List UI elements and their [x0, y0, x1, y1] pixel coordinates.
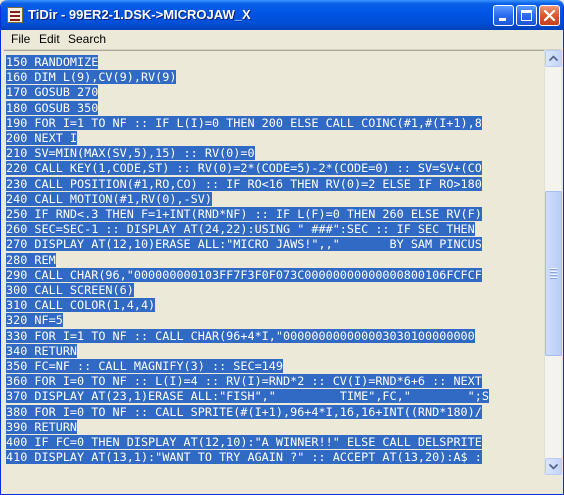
- code-line-text: 270 DISPLAY AT(12,10)ERASE ALL:"MICRO JA…: [6, 237, 482, 252]
- code-line[interactable]: 320 NF=5: [6, 313, 542, 328]
- code-line-text: 350 FC=NF :: CALL MAGNIFY(3) :: SEC=149: [6, 359, 283, 373]
- scroll-up-button[interactable]: [545, 50, 562, 67]
- code-line-text: 230 CALL POSITION(#1,RO,CO) :: IF RO<16 …: [6, 176, 482, 191]
- code-line[interactable]: 270 DISPLAY AT(12,10)ERASE ALL:"MICRO JA…: [6, 237, 542, 252]
- code-line-text: 260 SEC=SEC-1 :: DISPLAY AT(24,22):USING…: [6, 222, 475, 237]
- code-line-text: 310 CALL COLOR(1,4,4): [6, 298, 156, 313]
- code-line-text: 150 RANDOMIZE: [6, 55, 99, 69]
- code-line[interactable]: 170 GOSUB 270: [6, 85, 542, 100]
- code-line-text: 320 NF=5: [6, 313, 63, 328]
- code-line[interactable]: 370 DISPLAY AT(23,1)ERASE ALL:"FISH"," T…: [6, 389, 542, 404]
- title-bar[interactable]: TiDir - 99ER2-1.DSK->MICROJAW_X: [1, 0, 563, 30]
- code-line-text: 380 FOR I=0 TO NF :: CALL SPRITE(#(I+1),…: [6, 404, 482, 419]
- code-line-text: 410 DISPLAY AT(13,1):"WANT TO TRY AGAIN …: [6, 450, 482, 465]
- code-line[interactable]: 250 IF RND<.3 THEN F=1+INT(RND*NF) :: IF…: [6, 207, 542, 221]
- code-line-text: 290 CALL CHAR(96,"000000000103FF7F3F0F07…: [6, 267, 482, 282]
- code-line[interactable]: 340 RETURN: [6, 343, 542, 358]
- thumb-grip: [550, 271, 557, 274]
- menu-edit[interactable]: Edit: [39, 32, 60, 46]
- code-line-text: 370 DISPLAY AT(23,1)ERASE ALL:"FISH"," T…: [6, 389, 489, 404]
- scroll-thumb[interactable]: [545, 191, 562, 357]
- code-line[interactable]: 390 RETURN: [6, 419, 542, 434]
- menu-bar: File Edit Search: [4, 30, 561, 50]
- code-line[interactable]: 150 RANDOMIZE: [6, 55, 542, 69]
- thumb-grip: [550, 277, 557, 280]
- thumb-grip: [550, 274, 557, 277]
- code-line-text: 300 CALL SCREEN(6): [6, 283, 134, 297]
- code-line[interactable]: 210 SV=MIN(MAX(SV,5),15) :: RV(0)=0: [6, 146, 542, 161]
- scroll-down-arrow-icon: [549, 463, 558, 470]
- tidir-app-icon[interactable]: [7, 7, 23, 23]
- code-line[interactable]: 410 DISPLAY AT(13,1):"WANT TO TRY AGAIN …: [6, 450, 542, 465]
- code-line-text: 210 SV=MIN(MAX(SV,5),15) :: RV(0)=0: [6, 146, 255, 161]
- code-line[interactable]: 180 GOSUB 350: [6, 100, 542, 115]
- code-line-text: 220 CALL KEY(1,CODE,ST) :: RV(0)=2*(CODE…: [6, 161, 482, 176]
- scroll-up-arrow-icon: [549, 55, 558, 62]
- code-line[interactable]: 260 SEC=SEC-1 :: DISPLAY AT(24,22):USING…: [6, 222, 542, 237]
- code-line[interactable]: 290 CALL CHAR(96,"000000000103FF7F3F0F07…: [6, 267, 542, 282]
- code-line[interactable]: 190 FOR I=1 TO NF :: IF L(I)=0 THEN 200 …: [6, 115, 542, 130]
- scroll-down-button[interactable]: [545, 458, 562, 475]
- status-strip: [4, 475, 561, 492]
- code-line-text: 390 RETURN: [6, 419, 78, 434]
- main-window: TiDir - 99ER2-1.DSK->MICROJAW_X File Edi…: [0, 0, 564, 495]
- vertical-scrollbar[interactable]: [544, 50, 562, 475]
- code-line[interactable]: 400 IF FC=0 THEN DISPLAY AT(12,10):"A WI…: [6, 435, 542, 449]
- code-line-text: 200 NEXT I: [6, 131, 78, 145]
- window-title: TiDir - 99ER2-1.DSK->MICROJAW_X: [28, 7, 251, 22]
- code-line[interactable]: 360 FOR I=0 TO NF :: L(I)=4 :: RV(I)=RND…: [6, 374, 542, 389]
- code-line[interactable]: 240 CALL MOTION(#1,RV(0),-SV): [6, 191, 542, 206]
- code-line-text: 160 DIM L(9),CV(9),RV(9): [6, 70, 177, 85]
- code-text-area[interactable]: 150 RANDOMIZE 160 DIM L(9),CV(9),RV(9) 170…: [4, 50, 544, 475]
- maximize-button[interactable]: [516, 5, 537, 26]
- code-line-text: 250 IF RND<.3 THEN F=1+INT(RND*NF) :: IF…: [6, 207, 482, 221]
- code-line-text: 190 FOR I=1 TO NF :: IF L(I)=0 THEN 200 …: [6, 115, 482, 130]
- code-line-text: 340 RETURN: [6, 343, 78, 358]
- minimize-button[interactable]: [493, 5, 514, 26]
- code-line[interactable]: 300 CALL SCREEN(6): [6, 283, 542, 297]
- code-line[interactable]: 230 CALL POSITION(#1,RO,CO) :: IF RO<16 …: [6, 176, 542, 191]
- code-line-text: 240 CALL MOTION(#1,RV(0),-SV): [6, 191, 212, 206]
- code-line-text: 360 FOR I=0 TO NF :: L(I)=4 :: RV(I)=RND…: [6, 374, 482, 389]
- maximize-icon: [521, 10, 532, 21]
- code-line[interactable]: 200 NEXT I: [6, 131, 542, 145]
- code-line-text: 170 GOSUB 270: [6, 85, 99, 100]
- code-line-text: 330 FOR I=1 TO NF :: CALL CHAR(96+4*I,"0…: [6, 328, 475, 343]
- code-line[interactable]: 220 CALL KEY(1,CODE,ST) :: RV(0)=2*(CODE…: [6, 161, 542, 176]
- code-line[interactable]: 330 FOR I=1 TO NF :: CALL CHAR(96+4*I,"0…: [6, 328, 542, 343]
- close-button[interactable]: [539, 5, 560, 26]
- code-line[interactable]: 160 DIM L(9),CV(9),RV(9): [6, 70, 542, 85]
- menu-file[interactable]: File: [11, 32, 30, 46]
- code-line-text: 400 IF FC=0 THEN DISPLAY AT(12,10):"A WI…: [6, 435, 482, 449]
- code-line[interactable]: 310 CALL COLOR(1,4,4): [6, 298, 542, 313]
- thumb-grip: [550, 268, 557, 271]
- minimize-icon: [499, 18, 506, 21]
- code-line-text: 180 GOSUB 350: [6, 100, 99, 115]
- menu-search[interactable]: Search: [68, 32, 106, 46]
- code-line-text: 280 REM: [6, 252, 56, 267]
- code-line[interactable]: 380 FOR I=0 TO NF :: CALL SPRITE(#(I+1),…: [6, 404, 542, 419]
- close-icon: [543, 9, 556, 22]
- code-line[interactable]: 350 FC=NF :: CALL MAGNIFY(3) :: SEC=149: [6, 359, 542, 373]
- code-line[interactable]: 280 REM: [6, 252, 542, 267]
